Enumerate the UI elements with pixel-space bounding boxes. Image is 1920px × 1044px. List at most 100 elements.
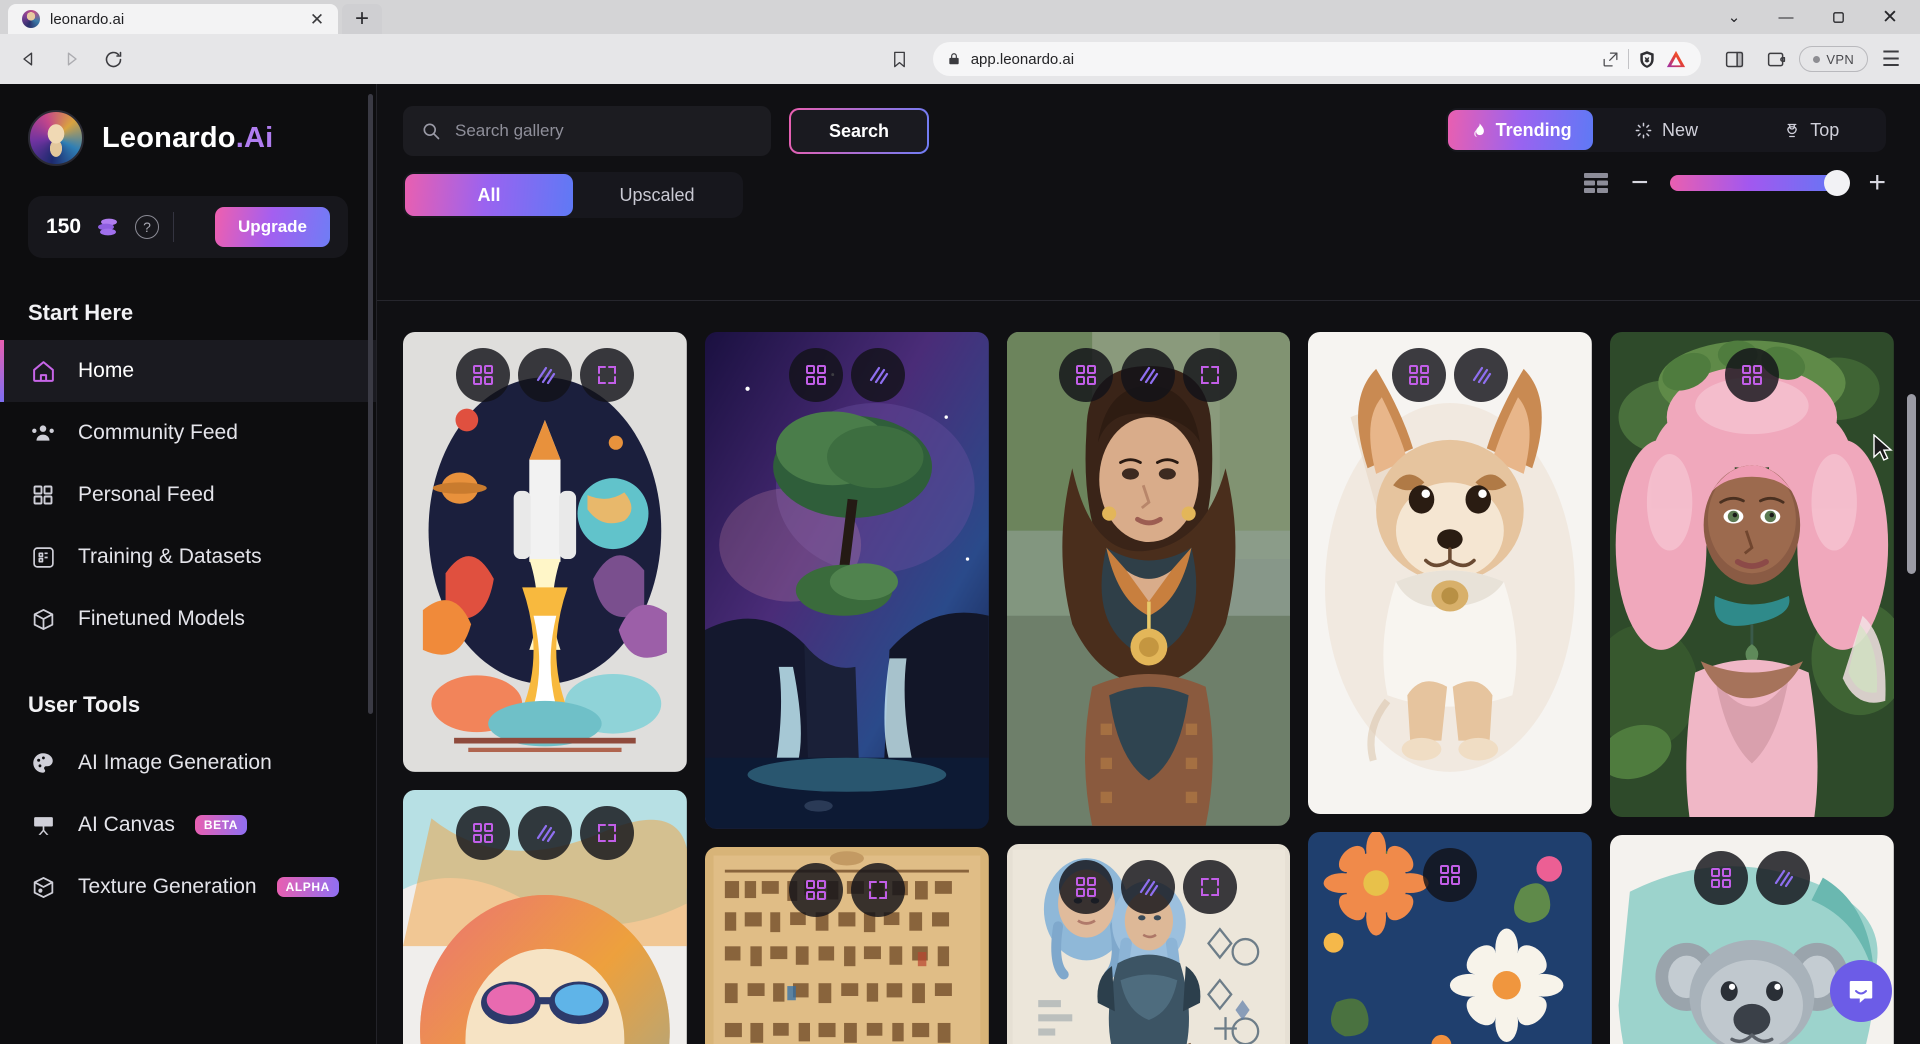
upscale-icon[interactable] xyxy=(517,805,572,860)
upscale-icon[interactable] xyxy=(1121,859,1176,914)
sidebar-item-texture-generation[interactable]: Texture Generation ALPHA xyxy=(0,856,376,918)
url-bar[interactable]: app.leonardo.ai xyxy=(932,42,1702,76)
sidebar-item-ai-canvas[interactable]: AI Canvas BETA xyxy=(0,794,376,856)
upgrade-button[interactable]: Upgrade xyxy=(215,207,330,247)
expand-icon[interactable] xyxy=(1183,348,1238,402)
zoom-controls: − + xyxy=(1583,168,1886,198)
sort-tab-group: Trending New Top xyxy=(1446,108,1886,152)
tab-favicon-icon xyxy=(22,10,40,28)
sidebar-item-finetuned-models[interactable]: Finetuned Models xyxy=(0,588,376,650)
tab-top-label: Top xyxy=(1810,119,1840,140)
toolbar-right-controls: Trending New Top − + xyxy=(1446,108,1886,198)
reload-arrow-icon[interactable] xyxy=(94,40,132,78)
palette-icon xyxy=(28,748,58,778)
back-arrow-icon[interactable] xyxy=(10,40,48,78)
gallery-card[interactable] xyxy=(1006,843,1291,1044)
card-action-overlay xyxy=(1007,859,1291,914)
expand-icon[interactable] xyxy=(1183,859,1238,914)
zoom-in-button[interactable]: + xyxy=(1868,168,1886,198)
tab-all[interactable]: All xyxy=(405,174,573,216)
remix-icon[interactable] xyxy=(1725,348,1780,402)
image-gallery xyxy=(377,304,1920,1044)
card-action-overlay xyxy=(1610,851,1894,906)
zoom-slider-handle[interactable] xyxy=(1824,170,1851,196)
upscale-icon[interactable] xyxy=(1756,851,1811,906)
share-icon[interactable] xyxy=(1601,50,1620,69)
sidebar-item-community-feed[interactable]: Community Feed xyxy=(0,402,376,464)
chip-icon xyxy=(28,542,58,572)
browser-tab[interactable]: leonardo.ai ✕ xyxy=(8,4,338,34)
grid-layout-icon[interactable] xyxy=(1583,171,1609,195)
browser-chrome: leonardo.ai ✕ + ⌄ — ✕ app.leonardo.ai VP… xyxy=(0,0,1920,84)
browser-menu-icon[interactable]: ☰ xyxy=(1872,40,1910,78)
sidebar-item-home[interactable]: Home xyxy=(0,340,376,402)
upscale-icon[interactable] xyxy=(850,348,905,402)
gallery-card[interactable] xyxy=(1308,832,1593,1044)
search-field-wrapper[interactable] xyxy=(403,106,771,156)
tab-close-icon[interactable]: ✕ xyxy=(306,8,328,30)
gallery-scrollbar[interactable] xyxy=(1907,394,1916,574)
sidebar-item-label: Home xyxy=(78,359,135,382)
gallery-image xyxy=(704,332,989,829)
gallery-card[interactable] xyxy=(704,846,989,1044)
gallery-card[interactable] xyxy=(704,332,989,829)
window-chevron-button[interactable]: ⌄ xyxy=(1708,0,1760,34)
window-minimize-button[interactable]: — xyxy=(1760,0,1812,34)
brave-shield-icon[interactable] xyxy=(1637,49,1657,70)
badge-beta: BETA xyxy=(194,815,248,835)
remix-icon[interactable] xyxy=(788,862,843,917)
new-tab-button[interactable]: + xyxy=(342,4,382,34)
upscale-icon[interactable] xyxy=(517,348,572,402)
window-close-button[interactable]: ✕ xyxy=(1864,0,1916,34)
remix-icon[interactable] xyxy=(788,348,843,402)
gallery-card[interactable] xyxy=(1610,332,1894,818)
expand-icon[interactable] xyxy=(579,348,634,402)
expand-icon[interactable] xyxy=(579,805,634,860)
tab-trending[interactable]: Trending xyxy=(1448,110,1594,150)
sidebar-item-training-datasets[interactable]: Training & Datasets xyxy=(0,526,376,588)
intercom-chat-icon xyxy=(1846,976,1876,1006)
bookmark-icon[interactable] xyxy=(881,40,919,78)
sidebar-scrollbar[interactable] xyxy=(368,94,373,714)
brave-rewards-icon[interactable] xyxy=(1665,49,1687,69)
vpn-label: VPN xyxy=(1826,51,1855,67)
search-button[interactable]: Search xyxy=(789,108,929,154)
upscale-icon[interactable] xyxy=(1121,348,1176,402)
tab-upscaled[interactable]: Upscaled xyxy=(573,174,741,216)
brand-name-suffix: .Ai xyxy=(235,121,274,154)
vpn-badge[interactable]: VPN xyxy=(1799,46,1869,72)
sidebar-item-personal-feed[interactable]: Personal Feed xyxy=(0,464,376,526)
remix-icon[interactable] xyxy=(1423,848,1478,903)
help-icon[interactable]: ? xyxy=(135,215,160,239)
remix-icon[interactable] xyxy=(455,805,510,860)
app-root: Leonardo.Ai 150 ? Upgrade Start Here Hom… xyxy=(0,84,1920,1044)
gallery-card[interactable] xyxy=(1308,332,1593,815)
sidebar-panel-icon[interactable] xyxy=(1715,40,1753,78)
zoom-slider[interactable] xyxy=(1670,170,1851,196)
lock-icon xyxy=(947,51,961,67)
remix-icon[interactable] xyxy=(455,348,510,402)
forward-arrow-icon[interactable] xyxy=(52,40,90,78)
sidebar-item-label: AI Image Generation xyxy=(78,751,272,774)
gallery-card[interactable] xyxy=(1006,332,1291,826)
tab-new[interactable]: New xyxy=(1593,110,1738,150)
browser-nav-bar: app.leonardo.ai VPN ☰ xyxy=(0,34,1920,84)
sidebar-item-label: Community Feed xyxy=(78,421,238,444)
upscale-icon[interactable] xyxy=(1454,348,1509,402)
intercom-chat-button[interactable] xyxy=(1830,960,1892,1022)
vpn-status-dot xyxy=(1813,55,1821,63)
brand-logo-row[interactable]: Leonardo.Ai xyxy=(0,110,376,166)
remix-icon[interactable] xyxy=(1059,859,1114,914)
remix-icon[interactable] xyxy=(1392,348,1447,402)
zoom-out-button[interactable]: − xyxy=(1631,168,1649,198)
gallery-card[interactable] xyxy=(403,332,687,772)
sidebar-item-ai-image-generation[interactable]: AI Image Generation xyxy=(0,732,376,794)
window-maximize-button[interactable] xyxy=(1812,0,1864,34)
tab-top[interactable]: Top xyxy=(1739,110,1884,150)
expand-icon[interactable] xyxy=(850,862,905,917)
search-input[interactable] xyxy=(455,121,753,141)
remix-icon[interactable] xyxy=(1694,851,1749,906)
gallery-card[interactable] xyxy=(403,789,687,1044)
remix-icon[interactable] xyxy=(1059,348,1114,402)
wallet-icon[interactable] xyxy=(1757,40,1795,78)
